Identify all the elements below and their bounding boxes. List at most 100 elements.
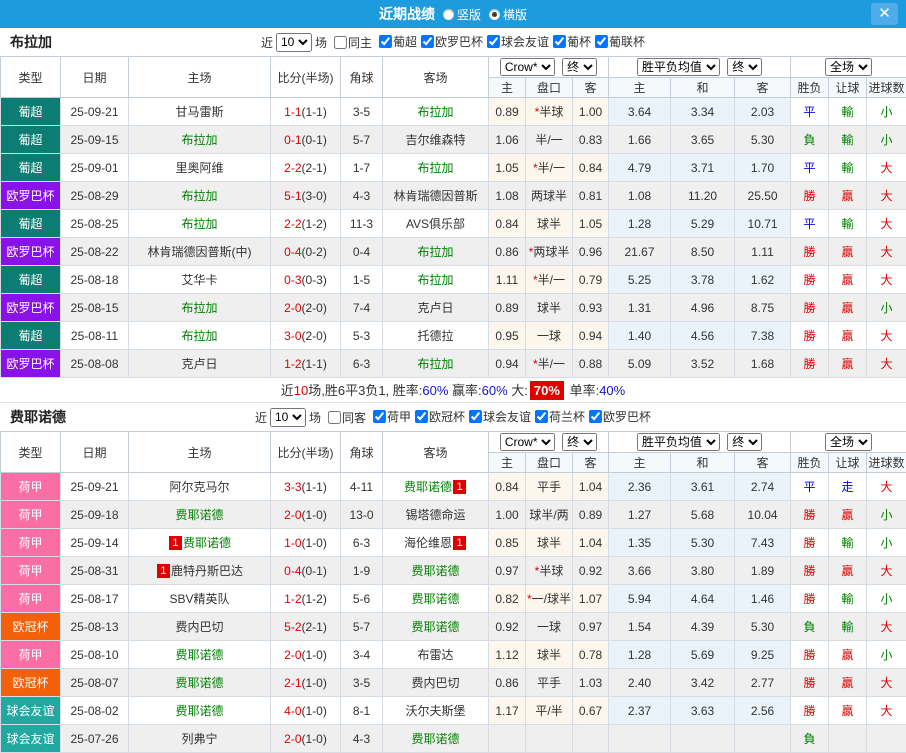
- cell-score: 5-2(2-1): [271, 613, 341, 641]
- rank-badge: 1: [169, 536, 182, 550]
- avg-type-select[interactable]: 胜平负均值: [637, 433, 720, 451]
- cell-score: 4-0(1-0): [271, 697, 341, 725]
- team-name-text: 布拉加: [417, 273, 453, 287]
- cell-league: 葡超: [1, 126, 61, 154]
- odds-company-select[interactable]: Crow*: [500, 433, 555, 451]
- cell-league: 荷甲: [1, 529, 61, 557]
- cell-away-odds: 0.78: [573, 641, 609, 669]
- cell-goals-result: [867, 725, 906, 753]
- same-venue-checkbox[interactable]: [328, 411, 341, 424]
- league-checkbox[interactable]: [535, 410, 548, 423]
- cell-home-odds: 0.84: [489, 473, 526, 501]
- cell-avg-away: 10.71: [735, 210, 791, 238]
- league-filter-item[interactable]: 葡超: [379, 33, 417, 50]
- cell-date: 25-08-29: [61, 182, 129, 210]
- cell-goals-result: 小: [867, 98, 906, 126]
- cell-handicap: 平手: [526, 669, 573, 697]
- cell-result: 負: [791, 613, 829, 641]
- layout-radio-vertical[interactable]: 竖版: [443, 6, 481, 23]
- league-checkbox[interactable]: [379, 35, 392, 48]
- cell-home-team: 布拉加: [129, 210, 271, 238]
- cell-avg-draw: 3.65: [671, 126, 735, 154]
- cell-home-team: 费耶诺德: [129, 501, 271, 529]
- league-checkbox[interactable]: [415, 410, 428, 423]
- cell-corner: 6-3: [341, 529, 383, 557]
- avg-final-select[interactable]: 终: [727, 433, 762, 451]
- cell-handicap-result: 贏: [829, 697, 867, 725]
- cell-handicap-result: 贏: [829, 350, 867, 378]
- odds-final-select[interactable]: 终: [562, 58, 597, 76]
- fulltime-score: 0-4: [284, 564, 301, 578]
- avg-final-select[interactable]: 终: [727, 58, 762, 76]
- cell-away-team: 布拉加: [383, 238, 489, 266]
- same-venue-checkbox[interactable]: [334, 36, 347, 49]
- league-filter-item[interactable]: 欧罗巴杯: [589, 408, 651, 425]
- league-filter-item[interactable]: 欧冠杯: [415, 408, 465, 425]
- cell-corner: 7-4: [341, 294, 383, 322]
- team-name-text: 费耶诺德: [175, 676, 223, 690]
- league-filter-item[interactable]: 葡杯: [553, 33, 591, 50]
- league-filter-item[interactable]: 荷甲: [373, 408, 411, 425]
- cell-away-team: 托德拉: [383, 322, 489, 350]
- avg-type-select[interactable]: 胜平负均值: [637, 58, 720, 76]
- col-away: 客场: [383, 432, 489, 473]
- cell-result: 勝: [791, 501, 829, 529]
- cell-home-odds: 0.89: [489, 294, 526, 322]
- cell-avg-draw: 3.42: [671, 669, 735, 697]
- cell-date: 25-07-26: [61, 725, 129, 753]
- league-checkbox[interactable]: [487, 35, 500, 48]
- cell-result: 勝: [791, 557, 829, 585]
- cell-away-odds: 1.04: [573, 529, 609, 557]
- fulltime-select[interactable]: 全场: [825, 58, 872, 76]
- cell-avg-away: 5.30: [735, 126, 791, 154]
- cell-date: 25-09-21: [61, 473, 129, 501]
- halftime-score: (1-0): [302, 732, 327, 746]
- cell-home-team: 布拉加: [129, 126, 271, 154]
- odds-final-select[interactable]: 终: [562, 433, 597, 451]
- cell-goals-result: 大: [867, 557, 906, 585]
- team-title: 布拉加: [0, 32, 52, 52]
- fulltime-score: 5-1: [284, 189, 301, 203]
- cell-home-team: 列弗宁: [129, 725, 271, 753]
- col-avg-draw: 和: [671, 453, 735, 473]
- recent-count-select[interactable]: 10: [276, 33, 312, 52]
- match-row: 荷甲25-08-10费耶诺德2-0(1-0)3-4布雷达1.12球半0.781.…: [1, 641, 906, 669]
- layout-radio-horizontal[interactable]: 横版: [489, 6, 527, 23]
- cell-home-odds: 1.06: [489, 126, 526, 154]
- cell-away-odds: 0.84: [573, 154, 609, 182]
- fulltime-select[interactable]: 全场: [825, 433, 872, 451]
- col-goals-result: 进球数: [867, 453, 906, 473]
- close-icon[interactable]: ✕: [871, 3, 898, 25]
- halftime-score: (0-1): [302, 133, 327, 147]
- cell-league: 荷甲: [1, 473, 61, 501]
- same-venue-label: 同客: [342, 409, 366, 426]
- cell-score: 0-4(0-1): [271, 557, 341, 585]
- cell-handicap: 球半: [526, 529, 573, 557]
- cell-score: 1-2(1-2): [271, 585, 341, 613]
- cell-away-odds: 0.96: [573, 238, 609, 266]
- league-filter-item[interactable]: 球会友谊: [487, 33, 549, 50]
- odds-select-group: Crow* 终: [489, 57, 609, 78]
- fulltime-score: 0-1: [284, 133, 301, 147]
- cell-away-team: 费耶诺德1: [383, 473, 489, 501]
- league-checkbox[interactable]: [373, 410, 386, 423]
- cell-avg-home: 1.08: [609, 182, 671, 210]
- same-venue-filter[interactable]: 同客: [328, 409, 366, 426]
- cell-avg-home: [609, 725, 671, 753]
- recent-count-select[interactable]: 10: [270, 408, 306, 427]
- league-checkbox[interactable]: [595, 35, 608, 48]
- same-venue-filter[interactable]: 同主: [334, 34, 372, 51]
- league-filter-item[interactable]: 荷兰杯: [535, 408, 585, 425]
- league-checkbox[interactable]: [421, 35, 434, 48]
- col-home: 主场: [129, 57, 271, 98]
- cell-goals-result: 大: [867, 322, 906, 350]
- league-filter-item[interactable]: 球会友谊: [469, 408, 531, 425]
- fulltime-score: 0-3: [284, 273, 301, 287]
- odds-company-select[interactable]: Crow*: [500, 58, 555, 76]
- league-checkbox[interactable]: [553, 35, 566, 48]
- league-filter-item[interactable]: 葡联杯: [595, 33, 645, 50]
- cell-away-team: 林肯瑞德因普斯: [383, 182, 489, 210]
- league-checkbox[interactable]: [589, 410, 602, 423]
- league-filter-item[interactable]: 欧罗巴杯: [421, 33, 483, 50]
- league-checkbox[interactable]: [469, 410, 482, 423]
